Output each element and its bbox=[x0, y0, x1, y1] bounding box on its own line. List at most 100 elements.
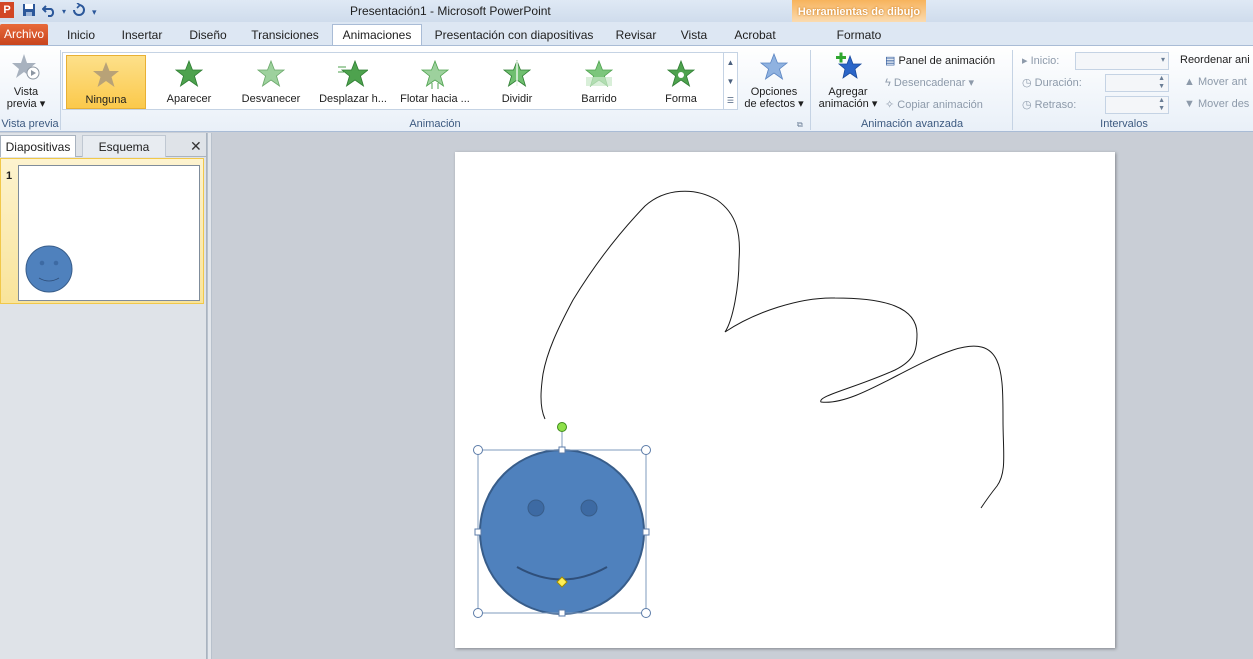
anim-flotar[interactable]: Flotar hacia ... bbox=[395, 55, 475, 109]
undo-icon[interactable] bbox=[41, 3, 56, 21]
slide-thumbnail[interactable] bbox=[18, 165, 200, 301]
retraso-spinner[interactable]: ▲ ▼ bbox=[1105, 96, 1169, 114]
anim-ninguna[interactable]: Ninguna bbox=[66, 55, 146, 109]
tab-esquema[interactable]: Esquema bbox=[82, 135, 166, 157]
inicio-label: Inicio: bbox=[1030, 55, 1060, 67]
redo-icon[interactable] bbox=[72, 2, 86, 21]
vista-previa-button[interactable]: Vista previa ▾ bbox=[4, 52, 48, 110]
panel-animacion-button[interactable]: ▤ Panel de animación bbox=[885, 54, 995, 67]
tab-vista[interactable]: Vista bbox=[672, 26, 716, 46]
spinner-arrows-icon: ▲ ▼ bbox=[1158, 97, 1165, 112]
smiley-shape[interactable] bbox=[479, 449, 645, 615]
freeform-curve[interactable] bbox=[540, 190, 1005, 509]
resize-handle-se[interactable] bbox=[641, 608, 651, 618]
star-icon bbox=[338, 59, 370, 87]
anim-label: Desvanecer bbox=[241, 93, 301, 105]
anim-dividir[interactable]: Dividir bbox=[477, 55, 557, 109]
triangle-up-icon: ▲ bbox=[1184, 76, 1195, 88]
thumbnail-smiley bbox=[25, 245, 73, 293]
inicio-select[interactable]: ▾ bbox=[1075, 52, 1169, 70]
rotation-handle[interactable] bbox=[557, 422, 567, 432]
resize-handle-sw[interactable] bbox=[473, 608, 483, 618]
gallery-more-icon[interactable]: ☰ bbox=[724, 91, 737, 110]
customize-icon[interactable]: ▾ bbox=[92, 4, 97, 20]
effect-options-star-icon bbox=[759, 52, 789, 80]
desencadenar-label: Desencadenar ▾ bbox=[893, 77, 975, 89]
anim-forma[interactable]: Forma bbox=[641, 55, 721, 109]
resize-handle-n[interactable] bbox=[558, 446, 566, 454]
anim-barrido[interactable]: Barrido bbox=[559, 55, 639, 109]
star-icon bbox=[666, 59, 696, 87]
tab-acrobat[interactable]: Acrobat bbox=[726, 26, 784, 46]
resize-handle-nw[interactable] bbox=[473, 445, 483, 455]
tab-animaciones[interactable]: Animaciones bbox=[332, 24, 422, 47]
gallery-up-icon[interactable]: ▲ bbox=[724, 53, 737, 72]
tab-archivo[interactable]: Archivo bbox=[0, 24, 48, 45]
slide-drawing bbox=[473, 190, 1005, 618]
anim-label: Desplazar h... bbox=[319, 93, 387, 105]
mover-anterior-button[interactable]: ▲ Mover ant bbox=[1184, 76, 1247, 88]
play-icon: ▸ bbox=[1022, 55, 1028, 67]
tab-transiciones[interactable]: Transiciones bbox=[244, 26, 326, 46]
resize-handle-w[interactable] bbox=[474, 528, 482, 536]
agregar-label-1: Agregar bbox=[828, 86, 868, 98]
ribbon: Vista previa ▾ Vista previa Ninguna Apar… bbox=[0, 45, 1253, 132]
duracion-label: Duración: bbox=[1034, 77, 1082, 89]
tab-formato[interactable]: Formato bbox=[830, 26, 888, 46]
ribbon-tabs: Archivo Inicio Insertar Diseño Transicio… bbox=[0, 22, 1253, 47]
resize-handle-ne[interactable] bbox=[641, 445, 651, 455]
vista-previa-label-1: Vista bbox=[13, 86, 39, 98]
copiar-animacion-button[interactable]: ✧ Copiar animación bbox=[885, 98, 983, 111]
tab-diapositivas[interactable]: Diapositivas bbox=[0, 135, 76, 157]
star-icon bbox=[502, 59, 532, 87]
tab-inicio[interactable]: Inicio bbox=[56, 26, 106, 46]
triangle-down-icon: ▼ bbox=[1184, 98, 1195, 110]
anim-label: Dividir bbox=[501, 93, 533, 105]
slide-canvas[interactable] bbox=[455, 152, 1115, 648]
gallery-scroll[interactable]: ▲ ▼ ☰ bbox=[723, 53, 737, 110]
slide-editor bbox=[212, 133, 1253, 659]
copy-animation-icon: ✧ bbox=[885, 99, 895, 111]
slide-thumbnail-selected[interactable]: 1 bbox=[0, 158, 204, 304]
agregar-animacion-button[interactable]: Agregar animación ▾ bbox=[814, 52, 882, 110]
tab-presentacion[interactable]: Presentación con diapositivas bbox=[430, 26, 598, 46]
tab-revisar[interactable]: Revisar bbox=[606, 26, 666, 46]
slide-number: 1 bbox=[6, 170, 13, 182]
anim-desplazar[interactable]: Desplazar h... bbox=[313, 55, 393, 109]
spinner-arrows-icon: ▲ ▼ bbox=[1158, 75, 1165, 90]
anim-label: Ninguna bbox=[85, 94, 127, 106]
star-icon bbox=[256, 59, 286, 87]
duracion-row: ◷ Duración: bbox=[1022, 76, 1082, 89]
save-icon[interactable] bbox=[22, 3, 36, 21]
close-icon[interactable]: ✕ bbox=[190, 138, 202, 155]
star-icon bbox=[93, 62, 119, 87]
resize-handle-s[interactable] bbox=[558, 609, 566, 617]
anim-label: Barrido bbox=[581, 93, 617, 105]
inicio-row: ▸ Inicio: bbox=[1022, 54, 1059, 67]
group-label-intervalos: Intervalos bbox=[1100, 118, 1148, 130]
animation-gallery: Ninguna Aparecer Desvanecer Desplazar h.… bbox=[62, 52, 738, 110]
opciones-efectos-button[interactable]: Opciones de efectos ▾ bbox=[742, 52, 806, 110]
anim-label: Flotar hacia ... bbox=[400, 93, 470, 105]
chevron-down-icon: ▾ bbox=[1160, 55, 1165, 64]
resize-handle-e[interactable] bbox=[642, 528, 650, 536]
duracion-spinner[interactable]: ▲ ▼ bbox=[1105, 74, 1169, 92]
panel-label: Panel de animación bbox=[898, 55, 996, 67]
agregar-label-2: animación ▾ bbox=[818, 98, 878, 110]
title-bar: P ▾ ▾ Herramientas de dibujo Presentació… bbox=[0, 0, 1253, 44]
tab-insertar[interactable]: Insertar bbox=[114, 26, 170, 46]
copiar-label: Copiar animación bbox=[897, 99, 983, 111]
powerpoint-icon[interactable]: P bbox=[0, 2, 14, 18]
tab-diseno[interactable]: Diseño bbox=[180, 26, 236, 46]
dialog-launcher-icon[interactable]: ⧉ bbox=[797, 120, 803, 130]
clock-icon: ◷ bbox=[1022, 77, 1032, 89]
anim-desvanecer[interactable]: Desvanecer bbox=[231, 55, 311, 109]
anim-aparecer[interactable]: Aparecer bbox=[149, 55, 229, 109]
desencadenar-button[interactable]: ϟ Desencadenar ▾ bbox=[885, 76, 974, 89]
mover-despues-button[interactable]: ▼ Mover des bbox=[1184, 98, 1249, 110]
gallery-down-icon[interactable]: ▼ bbox=[724, 72, 737, 91]
dropdown-icon[interactable]: ▾ bbox=[62, 4, 66, 20]
group-label-animacion: Animación bbox=[409, 118, 461, 130]
opciones-label-1: Opciones bbox=[750, 86, 798, 98]
star-icon bbox=[584, 59, 614, 87]
